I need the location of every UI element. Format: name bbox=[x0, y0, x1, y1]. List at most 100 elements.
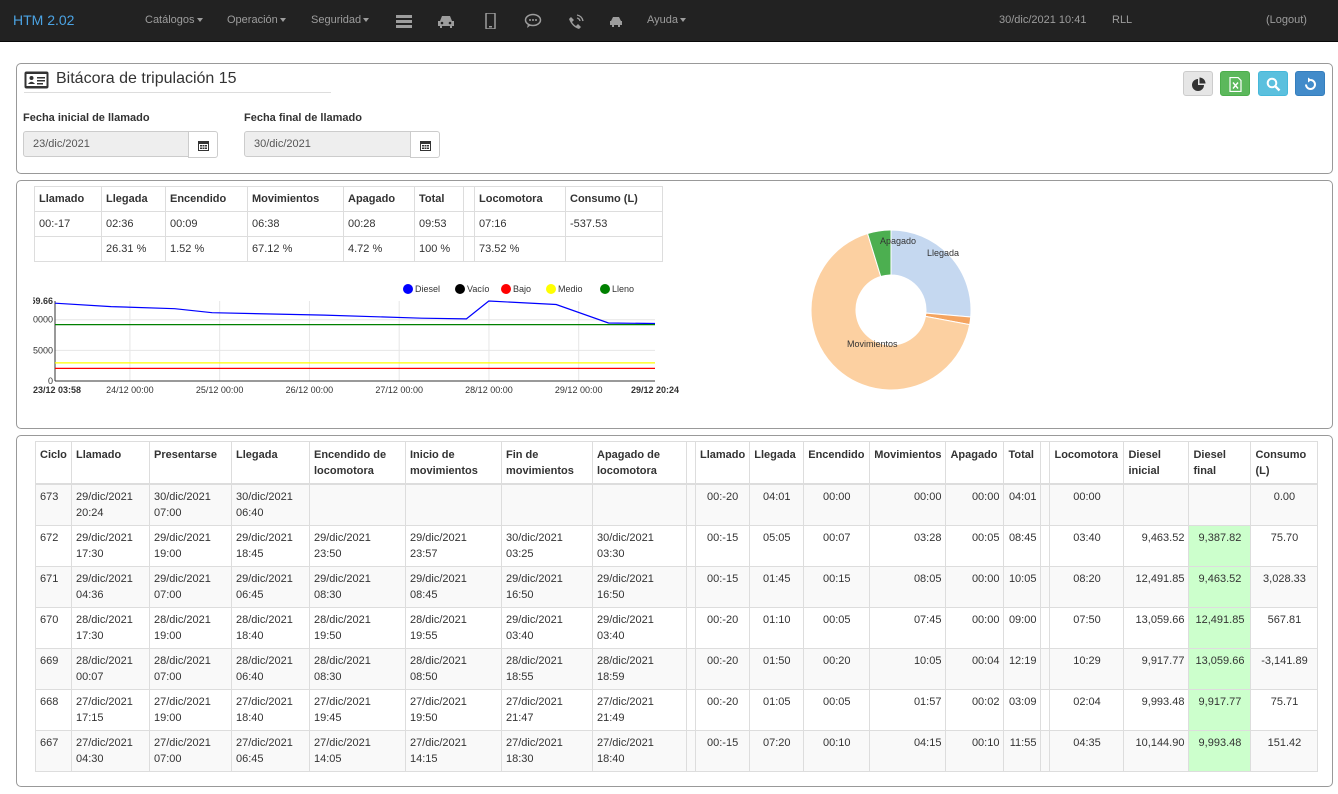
encendido-cell: 27/dic/2021 14:05 bbox=[309, 730, 406, 772]
summary-cell bbox=[34, 236, 102, 262]
summary-cell: 00:28 bbox=[343, 211, 415, 237]
encendido-cell: 29/dic/2021 08:30 bbox=[309, 566, 406, 608]
table-cell: 12:19 bbox=[1003, 648, 1042, 690]
table-cell: 00:00 bbox=[869, 483, 947, 526]
y-tick-label: 59.66 bbox=[33, 296, 53, 306]
col-header: Apagado de locomotora bbox=[592, 441, 687, 485]
date-text: 28/dic/2021 bbox=[76, 614, 133, 626]
col-header: Llegada bbox=[231, 441, 310, 485]
menu-catalogos[interactable]: Catálogos bbox=[145, 14, 203, 26]
refresh-button[interactable] bbox=[1295, 71, 1325, 96]
calendar-icon bbox=[420, 141, 431, 151]
table-cell: 00:15 bbox=[803, 566, 871, 608]
table-cell: 00:00 bbox=[945, 483, 1005, 526]
diesel-initial-cell: 9,917.77 bbox=[1123, 648, 1190, 690]
summary-cell: 02:36 bbox=[101, 211, 166, 237]
mobile-icon[interactable] bbox=[481, 12, 499, 30]
date-text: 27/dic/2021 bbox=[236, 696, 293, 708]
inicio-cell: 27/dic/2021 19:50 bbox=[405, 689, 502, 731]
col-header: Consumo (L) bbox=[1250, 441, 1319, 485]
end-date-calendar-button[interactable] bbox=[410, 131, 440, 158]
time-distribution-pie-chart: Llegada Movimientos Apagado bbox=[810, 229, 972, 391]
col-header: Fin de movimientos bbox=[501, 441, 593, 485]
brand-link[interactable]: HTM 2.02 bbox=[13, 12, 74, 28]
time-text: 07:00 bbox=[154, 589, 182, 601]
start-date-calendar-button[interactable] bbox=[188, 131, 218, 158]
summary-cell: 00:-17 bbox=[34, 211, 102, 237]
car-small-icon[interactable] bbox=[607, 13, 625, 29]
table-cell: 10:05 bbox=[869, 648, 947, 690]
date-text: 29/dic/2021 bbox=[314, 573, 371, 585]
table-header-row: Ciclo Llamado Presentarse Llegada Encend… bbox=[35, 441, 1319, 485]
time-text: 06:45 bbox=[236, 753, 264, 765]
spacer-cell bbox=[1040, 566, 1051, 608]
time-text: 16:50 bbox=[506, 589, 534, 601]
time-text: 20:24 bbox=[76, 507, 104, 519]
export-excel-button[interactable] bbox=[1220, 71, 1250, 96]
start-date-input[interactable] bbox=[23, 131, 189, 157]
inicio-cell: 28/dic/2021 08:50 bbox=[405, 648, 502, 690]
summary-cell: 67.12 % bbox=[247, 236, 344, 262]
date-text: 27/dic/2021 bbox=[154, 696, 211, 708]
table-cell: 00:04 bbox=[945, 648, 1005, 690]
llegada-cell: 28/dic/2021 06:40 bbox=[231, 648, 310, 690]
col-header-spacer bbox=[686, 441, 696, 485]
presentarse-cell: 28/dic/2021 07:00 bbox=[149, 648, 232, 690]
col-header: Encendido bbox=[803, 441, 871, 485]
logout-link[interactable]: (Logout) bbox=[1266, 14, 1307, 26]
summary-cell bbox=[463, 211, 475, 237]
menu-seguridad[interactable]: Seguridad bbox=[311, 14, 370, 26]
username[interactable]: RLL bbox=[1112, 14, 1132, 26]
llamado-cell: 27/dic/2021 17:15 bbox=[71, 689, 150, 731]
time-text: 18:59 bbox=[597, 671, 625, 683]
end-date-label: Fecha final de llamado bbox=[244, 112, 362, 124]
date-text: 28/dic/2021 bbox=[410, 614, 467, 626]
server-icon[interactable] bbox=[395, 13, 413, 29]
time-text: 07:00 bbox=[154, 507, 182, 519]
diesel-final-cell: 9,917.77 bbox=[1188, 689, 1252, 731]
fin-cell: 27/dic/2021 18:30 bbox=[501, 730, 593, 772]
date-text: 28/dic/2021 bbox=[597, 655, 654, 667]
start-date-label: Fecha inicial de llamado bbox=[23, 112, 150, 124]
time-text: 08:45 bbox=[410, 589, 438, 601]
consumption-cell: 75.70 bbox=[1250, 525, 1319, 567]
presentarse-cell: 27/dic/2021 19:00 bbox=[149, 689, 232, 731]
date-text: 30/dic/2021 bbox=[236, 491, 293, 503]
legend-marker bbox=[455, 284, 465, 294]
time-text: 03:40 bbox=[597, 630, 625, 642]
table-cell: 00:07 bbox=[803, 525, 871, 567]
date-text: 29/dic/2021 bbox=[597, 614, 654, 626]
consumption-cell: 75.71 bbox=[1250, 689, 1319, 731]
table-cell: 00:10 bbox=[945, 730, 1005, 772]
summary-header-spacer bbox=[463, 186, 475, 212]
spacer-cell bbox=[686, 566, 696, 608]
spacer-cell bbox=[1040, 730, 1051, 772]
search-button[interactable] bbox=[1258, 71, 1288, 96]
presentarse-cell: 29/dic/2021 19:00 bbox=[149, 525, 232, 567]
time-text: 03:40 bbox=[506, 630, 534, 642]
car-icon[interactable] bbox=[437, 13, 455, 29]
table-cell: 01:50 bbox=[749, 648, 805, 690]
time-text: 03:30 bbox=[597, 548, 625, 560]
chat-icon[interactable] bbox=[524, 13, 542, 29]
cycle-cell: 672 bbox=[35, 525, 72, 567]
summary-cell: 09:53 bbox=[414, 211, 464, 237]
col-header: Inicio de movimientos bbox=[405, 441, 502, 485]
time-text: 19:50 bbox=[314, 630, 342, 642]
time-text: 17:15 bbox=[76, 712, 104, 724]
phone-signal-icon[interactable] bbox=[567, 13, 585, 29]
col-header: Llegada bbox=[749, 441, 805, 485]
time-text: 08:50 bbox=[410, 671, 438, 683]
end-date-input[interactable] bbox=[244, 131, 411, 157]
table-cell: 04:35 bbox=[1049, 730, 1125, 772]
table-cell: 09:00 bbox=[1003, 607, 1042, 649]
time-text: 18:30 bbox=[506, 753, 534, 765]
spacer-cell bbox=[686, 730, 696, 772]
summary-table: Llamado Llegada Encendido Movimientos Ap… bbox=[34, 186, 663, 262]
date-text: 29/dic/2021 bbox=[236, 573, 293, 585]
time-text: 08:30 bbox=[314, 589, 342, 601]
y-tick-label: 5000 bbox=[33, 345, 53, 355]
menu-operacion[interactable]: Operación bbox=[227, 14, 286, 26]
menu-ayuda[interactable]: Ayuda bbox=[647, 14, 686, 26]
chart-toggle-button[interactable] bbox=[1183, 71, 1213, 96]
